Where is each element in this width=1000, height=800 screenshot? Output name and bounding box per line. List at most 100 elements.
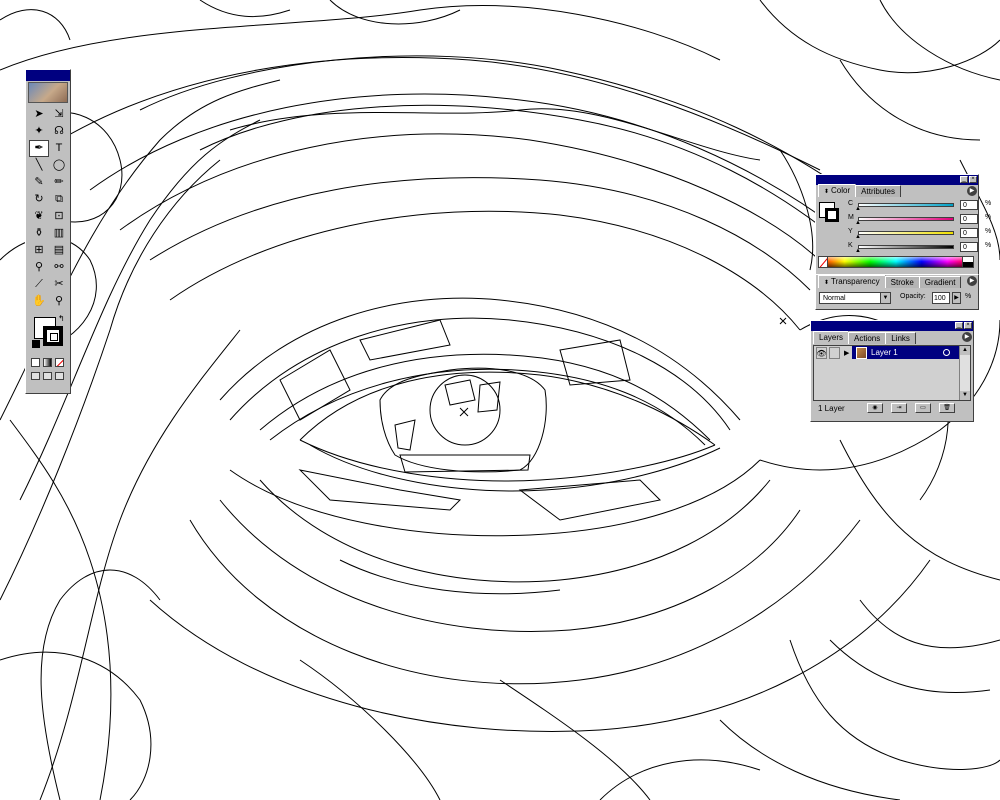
transparency-body: Normal ▼ Opacity: 100 ▶ % (816, 288, 978, 308)
slider-label: C (848, 200, 854, 207)
slider-track[interactable] (858, 203, 954, 207)
slider-track[interactable] (858, 217, 954, 221)
slider-thumb-icon[interactable]: ▲ (855, 220, 861, 226)
wand-icon[interactable]: ✦ (29, 123, 49, 140)
layer-row[interactable]: 👁 ▶ Layer 1 (814, 346, 962, 360)
slider-unit: % (985, 214, 992, 221)
slice-icon[interactable]: ⟋ (29, 276, 49, 293)
blend-mode-select[interactable]: Normal ▼ (819, 292, 891, 304)
standard-screen-mode-button[interactable] (31, 372, 40, 380)
expand-triangle-icon[interactable]: ▶ (844, 349, 852, 357)
toolbox-palette[interactable]: ➤ ⇲ ✦ ☊ ✒ T ╲ ◯ ✎ ✏ ↻ ⧉ ❦ ⊡ ⚱ ▥ ⊞ ▤ ⚲ ⚯ ⟋ ✂ ✋ ⚲ ↰ (25, 69, 71, 394)
palette-menu-icon[interactable]: ▶ (967, 276, 977, 286)
new-sublayer-icon[interactable]: ⇥ (891, 403, 907, 413)
new-layer-icon[interactable]: ▭ (915, 403, 931, 413)
slider-thumb-icon[interactable]: ▲ (855, 248, 861, 254)
tab-layers[interactable]: Layers (813, 331, 850, 344)
layers-palette-titlebar[interactable]: _ × (811, 321, 973, 331)
layer-name-cell[interactable]: Layer 1 (852, 346, 960, 359)
chevron-down-icon[interactable]: ▼ (880, 293, 890, 303)
full-screen-mode-button[interactable] (55, 372, 64, 380)
pencil-icon[interactable]: ✏ (49, 174, 69, 191)
zoom-icon[interactable]: ⚲ (49, 293, 69, 310)
hollow-arrow-icon[interactable]: ⇲ (49, 106, 69, 123)
default-colors-icon[interactable] (32, 340, 40, 348)
layers-scrollbar[interactable]: ▲ ▼ (959, 346, 970, 400)
color-spectrum-bar[interactable] (818, 256, 974, 268)
tab-actions[interactable]: Actions (848, 332, 887, 344)
opacity-input[interactable]: 100 (932, 292, 950, 304)
make-clipping-mask-icon[interactable]: ◉ (867, 403, 883, 413)
gradient-icon[interactable]: ▤ (49, 242, 69, 259)
color-stroke-swatch[interactable] (825, 208, 839, 222)
line-icon[interactable]: ╲ (29, 157, 49, 174)
mesh-icon[interactable]: ⊞ (29, 242, 49, 259)
slider-thumb-icon[interactable]: ▲ (855, 234, 861, 240)
palette-menu-icon[interactable]: ▶ (967, 186, 977, 196)
color-palette[interactable]: _ × ⬍ Color Attributes ▶ C ▲ 0% M ▲ 0% Y ▲ 0% K ▲ 0% (815, 174, 991, 278)
hand-icon[interactable]: ✋ (29, 293, 49, 310)
layers-palette[interactable]: _ × Layers Actions Links ▶ 👁 ▶ Layer 1 ▲… (810, 320, 974, 422)
brush-icon[interactable]: ✎ (29, 174, 49, 191)
tab-label: Transparency (831, 277, 880, 286)
sprayer-icon[interactable]: ⚱ (29, 225, 49, 242)
slider-value-input[interactable]: 0 (960, 200, 978, 210)
slider-value-input[interactable]: 0 (960, 214, 978, 224)
pen-icon[interactable]: ✒ (29, 140, 49, 157)
gradient-mode-button[interactable] (43, 358, 52, 367)
slider-track[interactable] (858, 245, 954, 249)
scale-icon[interactable]: ⧉ (49, 191, 69, 208)
none-color-box[interactable] (818, 256, 828, 268)
close-icon[interactable]: × (964, 322, 972, 329)
graph-icon[interactable]: ▥ (49, 225, 69, 242)
transform-icon[interactable]: ⊡ (49, 208, 69, 225)
black-white-box[interactable] (962, 256, 974, 268)
type-icon[interactable]: T (49, 140, 69, 157)
stroke-swatch[interactable] (43, 326, 63, 346)
scissors-icon[interactable]: ✂ (49, 276, 69, 293)
target-icon[interactable] (943, 349, 950, 356)
lasso-icon[interactable]: ☊ (49, 123, 69, 140)
slider-row-y: Y ▲ 0% (848, 228, 991, 241)
close-icon[interactable]: × (969, 176, 977, 183)
slider-track[interactable] (858, 231, 954, 235)
tab-links[interactable]: Links (885, 332, 916, 344)
none-mode-button[interactable] (55, 358, 64, 367)
slider-row-m: M ▲ 0% (848, 214, 991, 227)
lock-toggle[interactable] (829, 347, 840, 359)
paint-mode-row (31, 358, 70, 367)
toolbox-titlebar[interactable] (26, 70, 70, 81)
slider-label: Y (848, 228, 853, 235)
swap-fill-stroke-icon[interactable]: ↰ (58, 314, 65, 323)
opacity-slider-arrow-icon[interactable]: ▶ (952, 292, 961, 304)
color-mode-button[interactable] (31, 358, 40, 367)
blend-icon[interactable]: ⚯ (49, 259, 69, 276)
tab-gradient[interactable]: Gradient (918, 276, 962, 288)
tab-color[interactable]: ⬍ Color (818, 184, 857, 197)
arrow-icon[interactable]: ➤ (29, 106, 49, 123)
scroll-up-icon[interactable]: ▲ (960, 346, 970, 355)
slider-value-input[interactable]: 0 (960, 228, 978, 238)
rotate-icon[interactable]: ↻ (29, 191, 49, 208)
minimize-icon[interactable]: _ (960, 176, 968, 183)
full-screen-menu-mode-button[interactable] (43, 372, 52, 380)
eye-icon[interactable]: 👁 (816, 347, 827, 359)
tab-stroke[interactable]: Stroke (884, 276, 920, 288)
tab-arrow-icon: ⬍ (824, 280, 830, 286)
warp-icon[interactable]: ❦ (29, 208, 49, 225)
minimize-icon[interactable]: _ (955, 322, 963, 329)
transparency-palette[interactable]: ⬍ Transparency Stroke Gradient ▶ Normal ▼… (815, 274, 979, 310)
trash-icon[interactable]: 🗑 (939, 403, 955, 413)
slider-value-input[interactable]: 0 (960, 242, 978, 252)
tab-transparency[interactable]: ⬍ Transparency (818, 275, 886, 288)
slider-unit: % (985, 228, 992, 235)
palette-menu-icon[interactable]: ▶ (962, 332, 972, 342)
app-logo-icon[interactable] (28, 82, 68, 103)
opacity-label: Opacity: (900, 293, 926, 300)
tab-attributes[interactable]: Attributes (855, 185, 901, 197)
ellipse-icon[interactable]: ◯ (49, 157, 69, 174)
scroll-down-icon[interactable]: ▼ (960, 391, 970, 400)
slider-label: K (848, 242, 853, 249)
eyedropper-icon[interactable]: ⚲ (29, 259, 49, 276)
slider-thumb-icon[interactable]: ▲ (855, 206, 861, 212)
